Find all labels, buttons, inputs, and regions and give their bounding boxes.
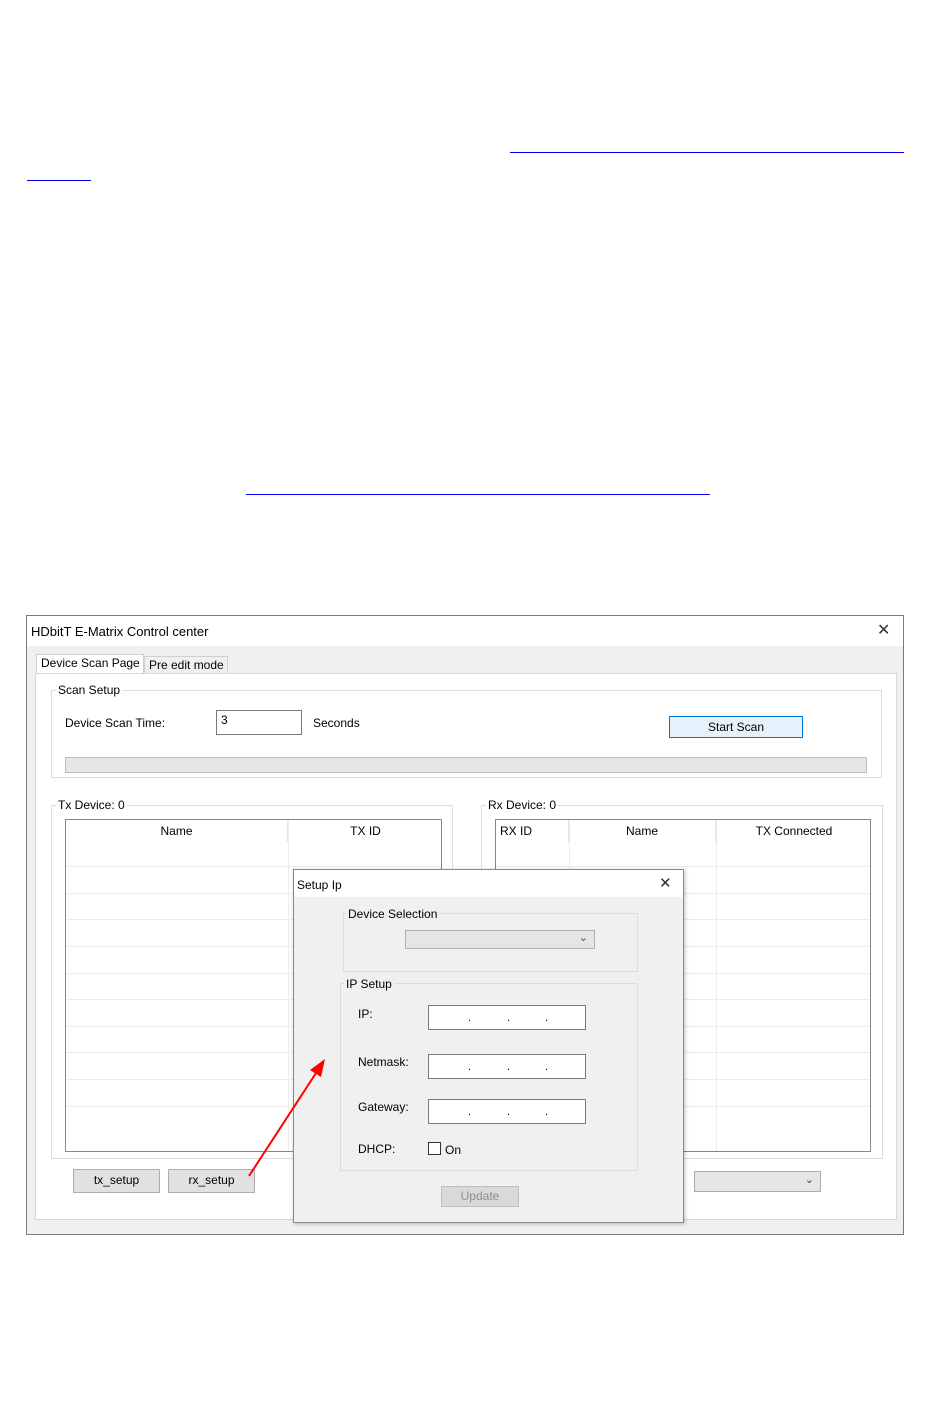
netmask-label: Netmask:: [358, 1055, 409, 1069]
scan-time-unit: Seconds: [313, 716, 360, 730]
table-row: [496, 866, 870, 867]
device-selection-dropdown[interactable]: ⌄: [405, 930, 595, 949]
start-scan-button[interactable]: Start Scan: [669, 716, 803, 738]
rx-col-id[interactable]: RX ID: [496, 820, 569, 842]
device-selection-legend: Device Selection: [346, 907, 440, 921]
hyperlink-underline-1[interactable]: [510, 152, 904, 153]
rx-col-tx-connected[interactable]: TX Connected: [716, 820, 870, 842]
dhcp-checkbox[interactable]: [428, 1142, 441, 1155]
tx-col-id[interactable]: TX ID: [288, 820, 441, 842]
dialog-close-icon[interactable]: ✕: [659, 876, 672, 892]
tab-pre-edit-mode[interactable]: Pre edit mode: [144, 656, 228, 674]
chevron-down-icon: ⌄: [578, 932, 588, 944]
tx-setup-button[interactable]: tx_setup: [73, 1169, 160, 1193]
rx-device-legend: Rx Device: 0: [486, 798, 559, 812]
table-row: [66, 866, 441, 867]
gateway-label: Gateway:: [358, 1100, 409, 1114]
scan-time-input[interactable]: 3: [216, 710, 302, 735]
ip-setup-legend: IP Setup: [344, 977, 394, 991]
scan-setup-legend: Scan Setup: [56, 683, 123, 697]
tx-device-legend: Tx Device: 0: [56, 798, 127, 812]
hyperlink-underline-2[interactable]: [27, 180, 91, 181]
netmask-field[interactable]: . . .: [428, 1054, 586, 1079]
tx-col-divider: [288, 820, 289, 1151]
window-title: HDbitT E-Matrix Control center: [31, 624, 209, 639]
dialog-title-bar: Setup Ip ✕: [294, 870, 683, 897]
rx-setup-button[interactable]: rx_setup: [168, 1169, 255, 1193]
dhcp-option-label[interactable]: On: [445, 1143, 461, 1157]
title-bar: HDbitT E-Matrix Control center ✕: [27, 616, 903, 646]
ip-address-field[interactable]: . . .: [428, 1005, 586, 1030]
hyperlink-underline-3[interactable]: [246, 494, 710, 495]
update-button[interactable]: Update: [441, 1186, 519, 1207]
rx-col-divider: [716, 820, 717, 1151]
tab-device-scan-page[interactable]: Device Scan Page: [36, 654, 144, 674]
scan-progress-bar: [65, 757, 867, 773]
rx-bottom-dropdown[interactable]: ⌄: [694, 1171, 821, 1192]
setup-ip-dialog: Setup Ip ✕ Device Selection ⌄ IP Setup I…: [293, 869, 684, 1223]
close-icon[interactable]: ✕: [877, 623, 890, 639]
ip-label: IP:: [358, 1007, 373, 1021]
gateway-field[interactable]: . . .: [428, 1099, 586, 1124]
dhcp-label: DHCP:: [358, 1142, 396, 1156]
tx-col-name[interactable]: Name: [66, 820, 288, 842]
chevron-down-icon: ⌄: [804, 1174, 814, 1186]
scan-time-label: Device Scan Time:: [65, 716, 166, 730]
rx-col-name[interactable]: Name: [569, 820, 716, 842]
dialog-title: Setup Ip: [297, 878, 342, 892]
